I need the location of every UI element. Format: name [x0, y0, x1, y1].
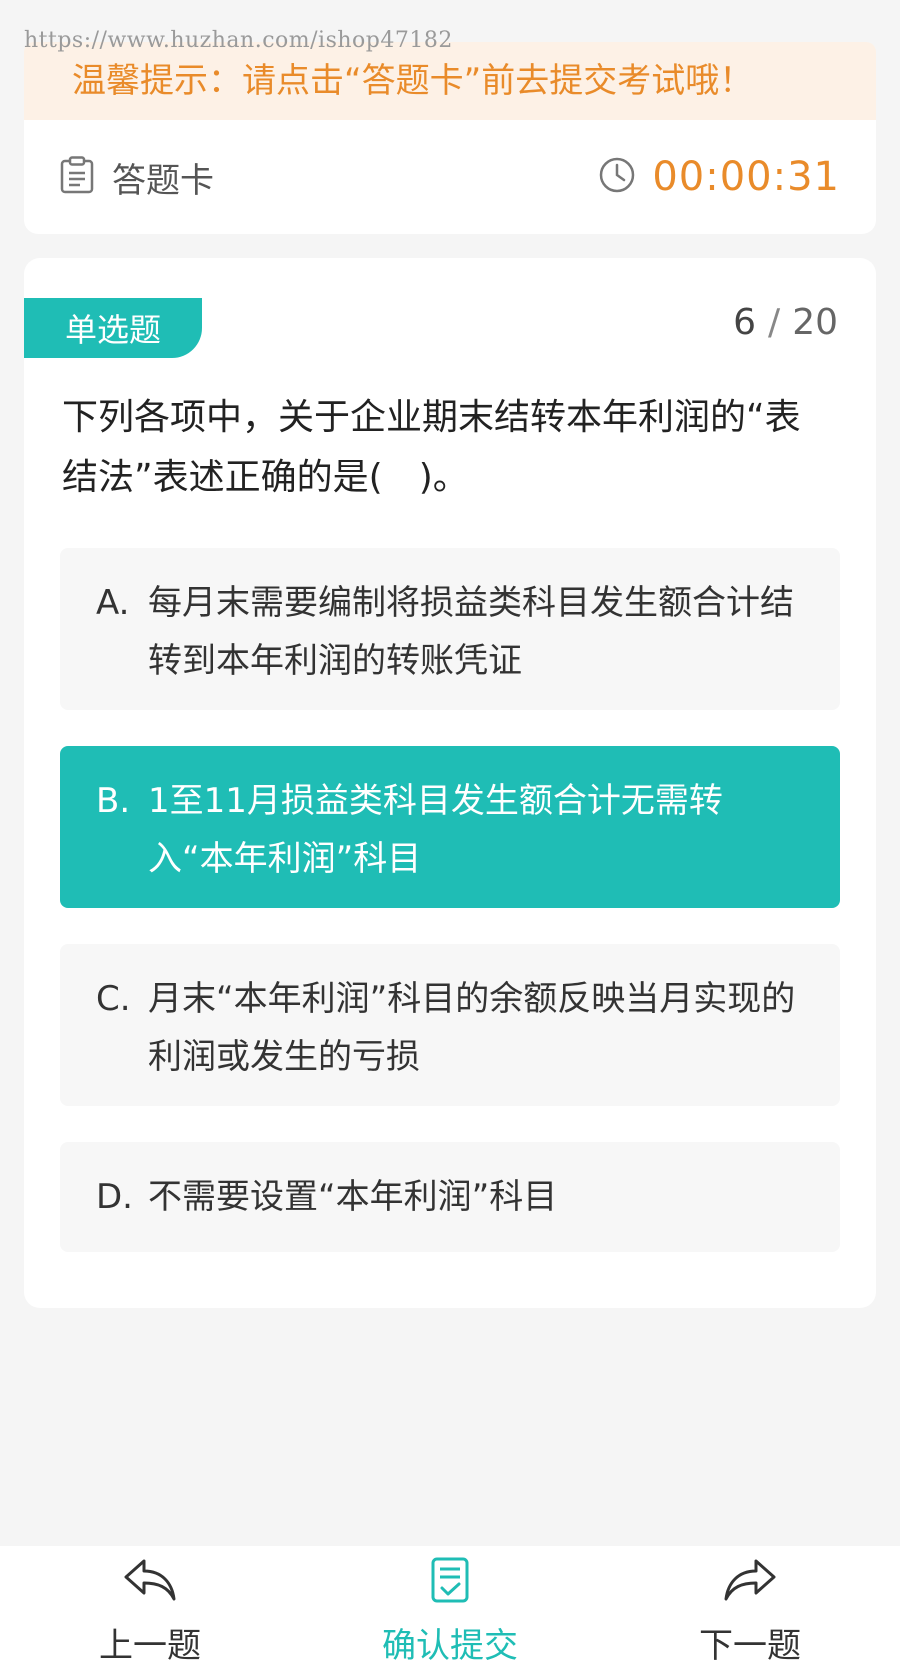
- option-d[interactable]: D. 不需要设置“本年利润”科目: [60, 1142, 840, 1252]
- answer-card-button[interactable]: 答题卡: [60, 120, 214, 234]
- prev-question-label: 上一题: [99, 1626, 201, 1666]
- next-question-label: 下一题: [699, 1626, 801, 1666]
- option-text: 1至11月损益类科目发生额合计无需转入“本年利润”科目: [148, 781, 723, 879]
- option-letter: C.: [96, 979, 131, 1019]
- option-a[interactable]: A. 每月末需要编制将损益类科目发生额合计结转到本年利润的转账凭证: [60, 548, 840, 710]
- tip-banner: 温馨提示：请点击“答题卡”前去提交考试哦！: [24, 42, 876, 120]
- forward-arrow-icon: [722, 1557, 778, 1618]
- clipboard-icon: [60, 156, 94, 198]
- header-card: 答题卡 00:00:31: [24, 120, 876, 234]
- question-progress: 6 / 20: [733, 302, 838, 343]
- clock-icon: [598, 156, 636, 198]
- option-letter: D.: [96, 1177, 133, 1217]
- option-b[interactable]: B. 1至11月损益类科目发生额合计无需转入“本年利润”科目: [60, 746, 840, 908]
- answer-card-label: 答题卡: [112, 160, 214, 201]
- reply-arrow-icon: [122, 1557, 178, 1618]
- submit-label: 确认提交: [382, 1626, 518, 1666]
- progress-total: 20: [792, 302, 838, 343]
- timer-value: 00:00:31: [652, 154, 840, 200]
- option-text: 月末“本年利润”科目的余额反映当月实现的利润或发生的亏损: [148, 979, 796, 1077]
- option-letter: A.: [96, 583, 130, 623]
- bottom-nav: 上一题 确认提交 下一题: [0, 1546, 900, 1678]
- option-text: 不需要设置“本年利润”科目: [148, 1177, 558, 1217]
- option-letter: B.: [96, 781, 131, 821]
- prev-question-button[interactable]: 上一题: [50, 1546, 250, 1678]
- option-text: 每月末需要编制将损益类科目发生额合计结转到本年利润的转账凭证: [148, 583, 794, 681]
- option-c[interactable]: C. 月末“本年利润”科目的余额反映当月实现的利润或发生的亏损: [60, 944, 840, 1106]
- progress-separator: /: [768, 302, 781, 343]
- next-question-button[interactable]: 下一题: [650, 1546, 850, 1678]
- progress-current: 6: [733, 302, 757, 343]
- submit-button[interactable]: 确认提交: [350, 1546, 550, 1678]
- question-card: 单选题 6 / 20 下列各项中，关于企业期末结转本年利润的“表结法”表述正确的是(…: [24, 258, 876, 1308]
- watermark-url: https://www.huzhan.com/ishop47182: [24, 28, 453, 53]
- question-text: 下列各项中，关于企业期末结转本年利润的“表结法”表述正确的是( )。: [62, 397, 801, 498]
- question-type-badge: 单选题: [24, 298, 202, 358]
- timer: 00:00:31: [598, 120, 840, 234]
- document-check-icon: [430, 1557, 470, 1618]
